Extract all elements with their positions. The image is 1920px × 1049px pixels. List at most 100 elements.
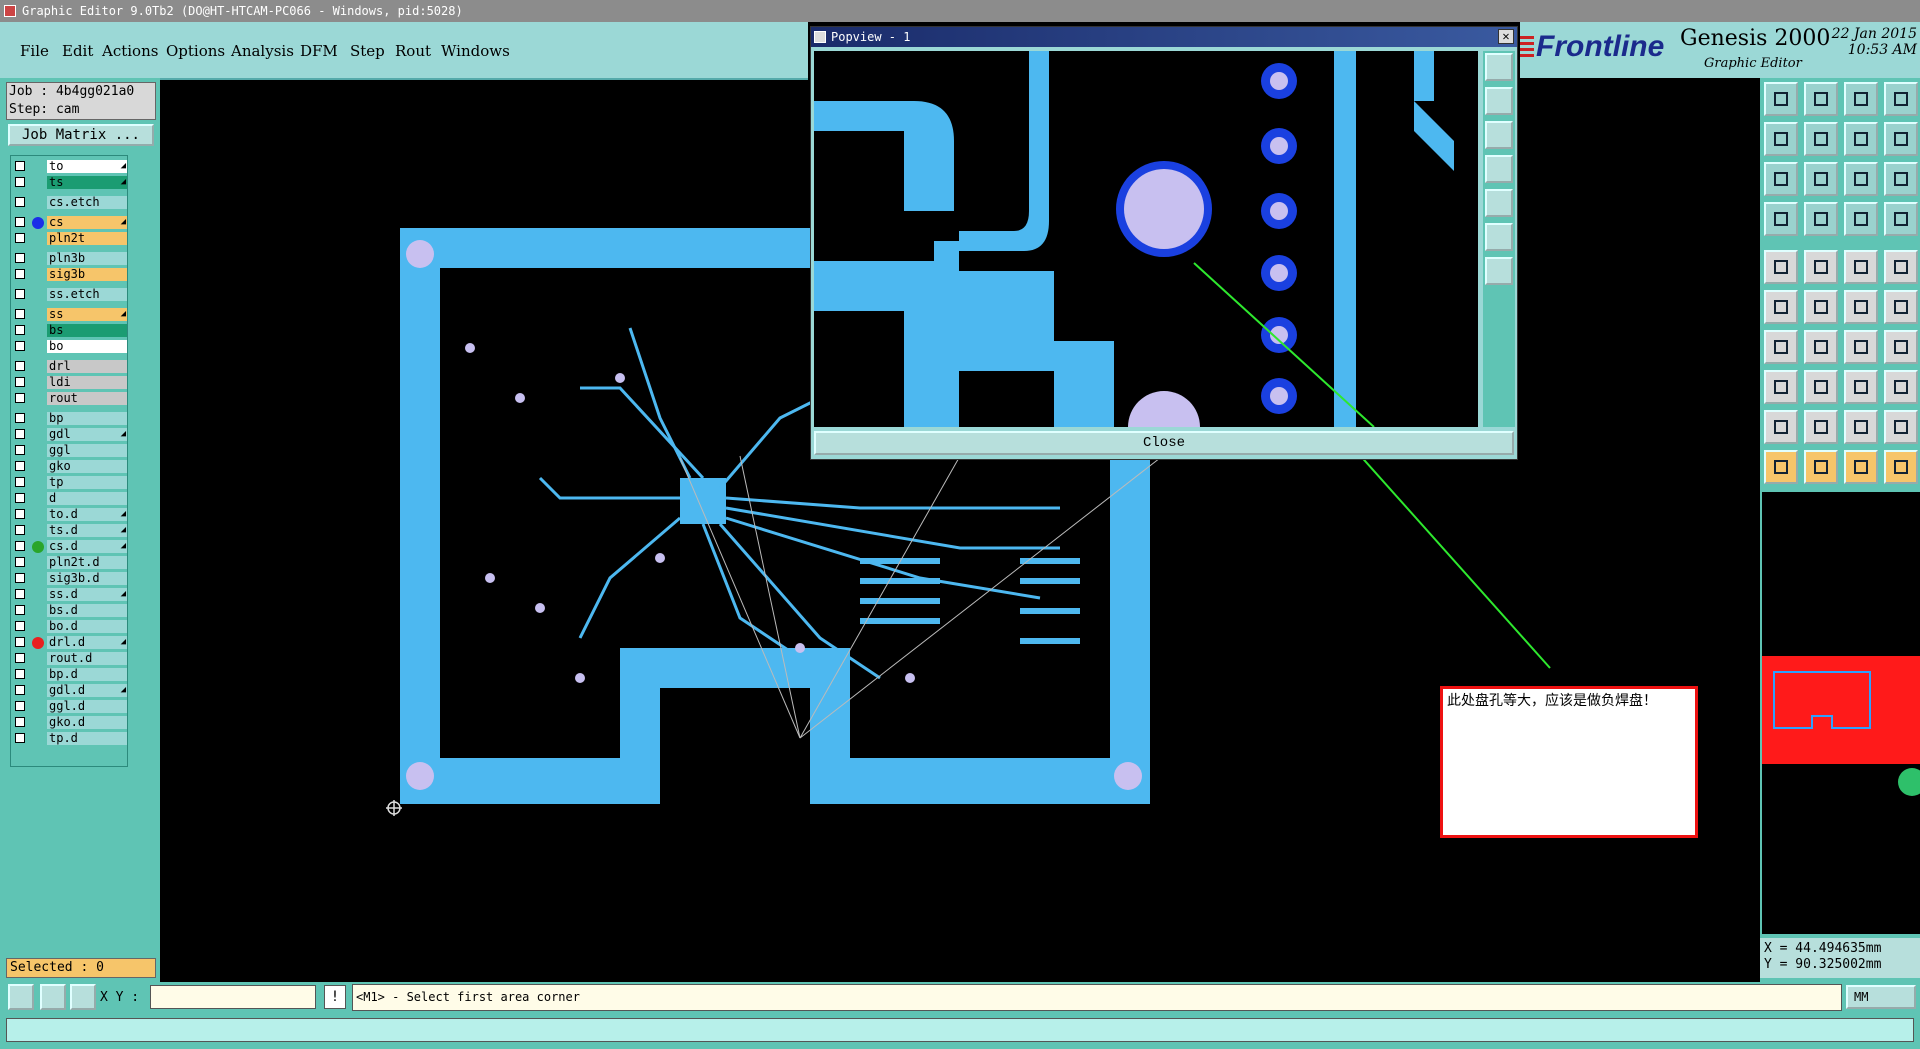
layer-row[interactable]: bs.d [13, 604, 127, 618]
tool-button[interactable] [1764, 122, 1798, 156]
tool-button[interactable] [1804, 450, 1838, 484]
popview-zoom-in-button[interactable] [1485, 87, 1513, 115]
tool-button[interactable] [1884, 450, 1918, 484]
popview-close-button[interactable]: Close [814, 431, 1514, 455]
tool-button[interactable] [1844, 290, 1878, 324]
tool-button[interactable] [1804, 330, 1838, 364]
tool-button[interactable] [1844, 122, 1878, 156]
layer-row[interactable]: gdl.d ◢ [13, 684, 127, 698]
layer-checkbox[interactable] [15, 325, 25, 335]
layer-row[interactable]: bo [13, 340, 127, 354]
popview-pan-right-button[interactable] [1485, 189, 1513, 217]
snap-icon[interactable] [8, 984, 34, 1010]
layer-row[interactable]: gko.d [13, 716, 127, 730]
layer-checkbox[interactable] [15, 393, 25, 403]
grid-icon[interactable] [70, 984, 96, 1010]
layer-row[interactable]: ss.d ◢ [13, 588, 127, 602]
layer-name[interactable]: rout.d [47, 652, 127, 665]
layer-row[interactable]: ldi [13, 376, 127, 390]
layer-row[interactable]: cs ◢ [13, 216, 127, 230]
tool-button[interactable] [1804, 410, 1838, 444]
units-selector[interactable]: MM [1846, 985, 1916, 1009]
tool-button[interactable] [1884, 290, 1918, 324]
layer-checkbox[interactable] [15, 177, 25, 187]
tool-button[interactable] [1884, 250, 1918, 284]
tool-button[interactable] [1844, 202, 1878, 236]
tool-button[interactable] [1764, 290, 1798, 324]
layer-row[interactable]: ss ◢ [13, 308, 127, 322]
tool-button[interactable] [1884, 82, 1918, 116]
layer-name[interactable]: ss [47, 308, 127, 321]
layer-name[interactable]: bs.d [47, 604, 127, 617]
tool-button[interactable] [1844, 250, 1878, 284]
layer-row[interactable]: tp [13, 476, 127, 490]
popview-zoom-out-button[interactable] [1485, 121, 1513, 149]
tool-button[interactable] [1764, 450, 1798, 484]
tool-button[interactable] [1804, 370, 1838, 404]
tool-button[interactable] [1884, 370, 1918, 404]
menu-dfm[interactable]: DFM [300, 42, 338, 60]
tool-button[interactable] [1804, 290, 1838, 324]
tool-button[interactable] [1884, 122, 1918, 156]
layer-checkbox[interactable] [15, 605, 25, 615]
menu-step[interactable]: Step [350, 42, 385, 60]
tool-button[interactable] [1884, 202, 1918, 236]
menu-rout[interactable]: Rout [395, 42, 431, 60]
layer-name[interactable]: cs [47, 216, 127, 229]
layer-checkbox[interactable] [15, 289, 25, 299]
tool-button[interactable] [1804, 250, 1838, 284]
layer-name[interactable]: pln2t [47, 232, 127, 245]
tool-button[interactable] [1764, 162, 1798, 196]
layer-name[interactable]: ldi [47, 376, 127, 389]
layer-checkbox[interactable] [15, 557, 25, 567]
tool-button[interactable] [1884, 162, 1918, 196]
layer-name[interactable]: d [47, 492, 127, 505]
layer-name[interactable]: ss.d [47, 588, 127, 601]
tool-button[interactable] [1804, 82, 1838, 116]
layer-row[interactable]: rout.d [13, 652, 127, 666]
menu-actions[interactable]: Actions [102, 42, 158, 60]
layer-name[interactable]: gdl [47, 428, 127, 441]
tool-button[interactable] [1764, 410, 1798, 444]
layer-checkbox[interactable] [15, 685, 25, 695]
layer-name[interactable]: ggl [47, 444, 127, 457]
tool-button[interactable] [1844, 162, 1878, 196]
layer-checkbox[interactable] [15, 253, 25, 263]
layer-row[interactable]: bp [13, 412, 127, 426]
menu-analysis[interactable]: Analysis [231, 42, 294, 60]
tool-button[interactable] [1764, 82, 1798, 116]
layer-checkbox[interactable] [15, 377, 25, 387]
layer-checkbox[interactable] [15, 341, 25, 351]
layer-checkbox[interactable] [15, 701, 25, 711]
tool-button[interactable] [1844, 450, 1878, 484]
tool-button[interactable] [1804, 122, 1838, 156]
layer-row[interactable]: tp.d [13, 732, 127, 746]
menu-file[interactable]: File [20, 42, 49, 60]
tool-button[interactable] [1764, 370, 1798, 404]
layer-checkbox[interactable] [15, 269, 25, 279]
layer-row[interactable]: pln2t [13, 232, 127, 246]
popview-close-x[interactable]: ✕ [1498, 29, 1514, 44]
layer-name[interactable]: rout [47, 392, 127, 405]
layer-row[interactable]: bp.d [13, 668, 127, 682]
layer-checkbox[interactable] [15, 541, 25, 551]
layer-row[interactable]: to.d ◢ [13, 508, 127, 522]
layer-name[interactable]: ts [47, 176, 127, 189]
layer-row[interactable]: ts ◢ [13, 176, 127, 190]
layer-name[interactable]: drl [47, 360, 127, 373]
tool-button[interactable] [1764, 202, 1798, 236]
layer-row[interactable]: sig3b.d [13, 572, 127, 586]
layer-name[interactable]: bs [47, 324, 127, 337]
layer-name[interactable]: gko.d [47, 716, 127, 729]
layer-checkbox[interactable] [15, 573, 25, 583]
layer-name[interactable]: to [47, 160, 127, 173]
layer-checkbox[interactable] [15, 429, 25, 439]
layer-checkbox[interactable] [15, 461, 25, 471]
layer-row[interactable]: gko [13, 460, 127, 474]
tool-button[interactable] [1804, 202, 1838, 236]
layer-row[interactable]: gdl ◢ [13, 428, 127, 442]
layer-name[interactable]: tp.d [47, 732, 127, 745]
layer-name[interactable]: ts.d [47, 524, 127, 537]
tool-button[interactable] [1844, 410, 1878, 444]
menu-edit[interactable]: Edit [62, 42, 93, 60]
